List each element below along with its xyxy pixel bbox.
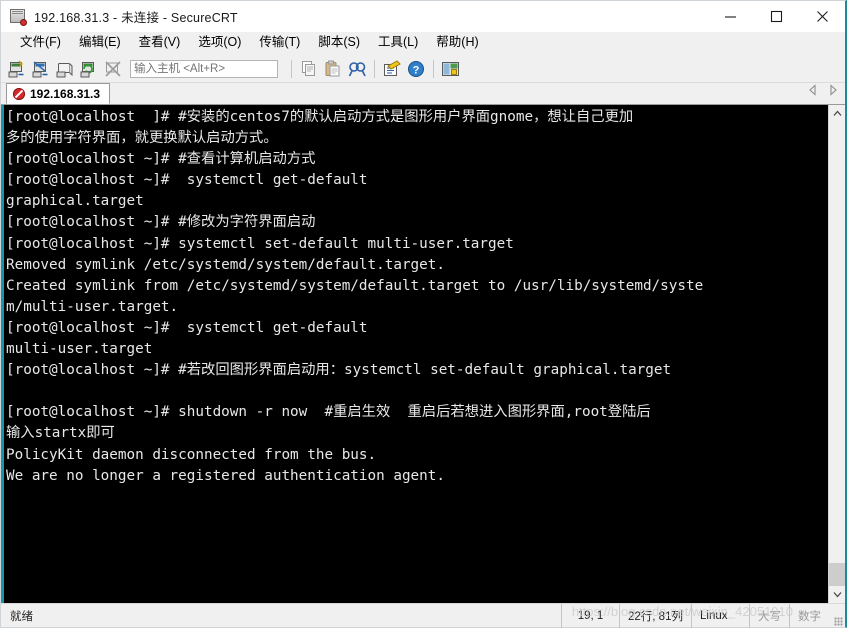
disconnected-icon xyxy=(13,87,25,100)
menu-tools[interactable]: 工具(L) xyxy=(369,34,427,52)
terminal-area: [root@localhost ]# #安装的centos7的默认启动方式是图形… xyxy=(1,105,845,603)
paste-icon[interactable] xyxy=(321,58,344,80)
tab-label: 192.168.31.3 xyxy=(30,86,101,101)
resize-grip[interactable] xyxy=(829,604,845,628)
scroll-right-icon[interactable] xyxy=(828,83,839,101)
menu-transfer[interactable]: 传输(T) xyxy=(250,34,309,52)
maximize-icon[interactable] xyxy=(753,1,799,32)
securecrt-window: 192.168.31.3 - 未连接 - SecureCRT 文件(F) 编辑(… xyxy=(0,0,847,628)
close-icon[interactable] xyxy=(799,1,845,32)
terminal-line: m/multi-user.target. xyxy=(6,298,179,315)
svg-text:?: ? xyxy=(412,64,419,76)
session-options-icon[interactable] xyxy=(380,58,403,80)
menu-script[interactable]: 脚本(S) xyxy=(309,34,369,52)
window-title: 192.168.31.3 - 未连接 - SecureCRT xyxy=(34,11,238,25)
terminal-line: graphical.target xyxy=(6,193,144,210)
terminal-scrollbar[interactable] xyxy=(828,105,845,603)
terminal-line: 多的使用字符界面，就更换默认启动方式。 xyxy=(6,130,278,147)
help-icon[interactable]: ? xyxy=(404,58,427,80)
terminal-line: [root@localhost ~]# systemctl set-defaul… xyxy=(6,235,514,252)
window-controls xyxy=(707,1,845,32)
reconnect-icon[interactable] xyxy=(78,58,101,80)
terminal-line: [root@localhost ~]# #查看计算机启动方式 xyxy=(6,151,316,168)
toolbar-separator-2 xyxy=(374,59,375,78)
menu-help[interactable]: 帮助(H) xyxy=(427,34,487,52)
toolbar-separator-3 xyxy=(433,59,434,78)
menu-file[interactable]: 文件(F) xyxy=(11,34,70,52)
menu-bar: 文件(F) 编辑(E) 查看(V) 选项(O) 传输(T) 脚本(S) 工具(L… xyxy=(1,32,845,55)
terminal-line: We are no longer a registered authentica… xyxy=(6,467,445,484)
terminal-line: [root@localhost ]# #安装的centos7的默认启动方式是图形… xyxy=(6,109,634,125)
terminal-line: multi-user.target xyxy=(6,341,153,358)
find-icon[interactable] xyxy=(345,58,368,80)
terminal-line: [root@localhost ~]# systemctl get-defaul… xyxy=(6,319,368,336)
disconnect-icon[interactable] xyxy=(102,58,125,80)
terminal-line: PolicyKit daemon disconnected from the b… xyxy=(6,446,377,463)
status-bar: 就绪 https://blog.csdn.net/weixin_42051910… xyxy=(1,603,845,628)
menu-view[interactable]: 查看(V) xyxy=(130,34,190,52)
terminal-line: [root@localhost ~]# shutdown -r now #重启生… xyxy=(6,404,651,421)
terminal-line: Removed symlink /etc/systemd/system/defa… xyxy=(6,256,445,273)
terminal-line: [root@localhost ~]# #修改为字符界面启动 xyxy=(6,214,316,231)
copy-icon[interactable] xyxy=(297,58,320,80)
terminal-line: 输入startx即可 xyxy=(6,425,115,442)
scroll-up-icon[interactable] xyxy=(829,105,845,122)
menu-options[interactable]: 选项(O) xyxy=(189,34,250,52)
terminal-line: Created symlink from /etc/systemd/system… xyxy=(6,277,704,294)
connect-session-icon[interactable] xyxy=(30,58,53,80)
toolbar-separator-1 xyxy=(291,59,292,78)
tab-scrollers xyxy=(807,83,839,101)
status-cursor-position: 19, 1 xyxy=(561,603,619,628)
tab-bar: 192.168.31.3 xyxy=(1,83,845,105)
minimize-icon[interactable] xyxy=(707,1,753,32)
terminal-line: [root@localhost ~]# systemctl get-defaul… xyxy=(6,172,368,189)
status-num-lock: 数字 xyxy=(789,603,829,628)
status-caps-lock: 大写 xyxy=(749,603,789,628)
title-bar: 192.168.31.3 - 未连接 - SecureCRT xyxy=(1,1,845,32)
tab-192-168-31-3[interactable]: 192.168.31.3 xyxy=(6,83,111,104)
terminal-output[interactable]: [root@localhost ]# #安装的centos7的默认启动方式是图形… xyxy=(4,105,828,603)
terminal-line: [root@localhost ~]# #若改回图形界面启动用：systemct… xyxy=(6,362,672,379)
connect-local-shell-icon[interactable] xyxy=(54,58,77,80)
status-emulation: Linux xyxy=(691,603,749,628)
scroll-left-icon[interactable] xyxy=(807,83,818,101)
status-terminal-size: 22行, 81列 xyxy=(619,603,691,628)
host-input[interactable] xyxy=(130,59,278,78)
scroll-down-icon[interactable] xyxy=(829,586,845,603)
menu-edit[interactable]: 编辑(E) xyxy=(70,34,130,52)
status-ready: 就绪 xyxy=(10,610,33,623)
session-manager-icon[interactable] xyxy=(439,58,462,80)
toolbar: ? xyxy=(1,55,845,83)
new-session-icon[interactable] xyxy=(6,58,29,80)
securecrt-icon xyxy=(10,8,27,26)
